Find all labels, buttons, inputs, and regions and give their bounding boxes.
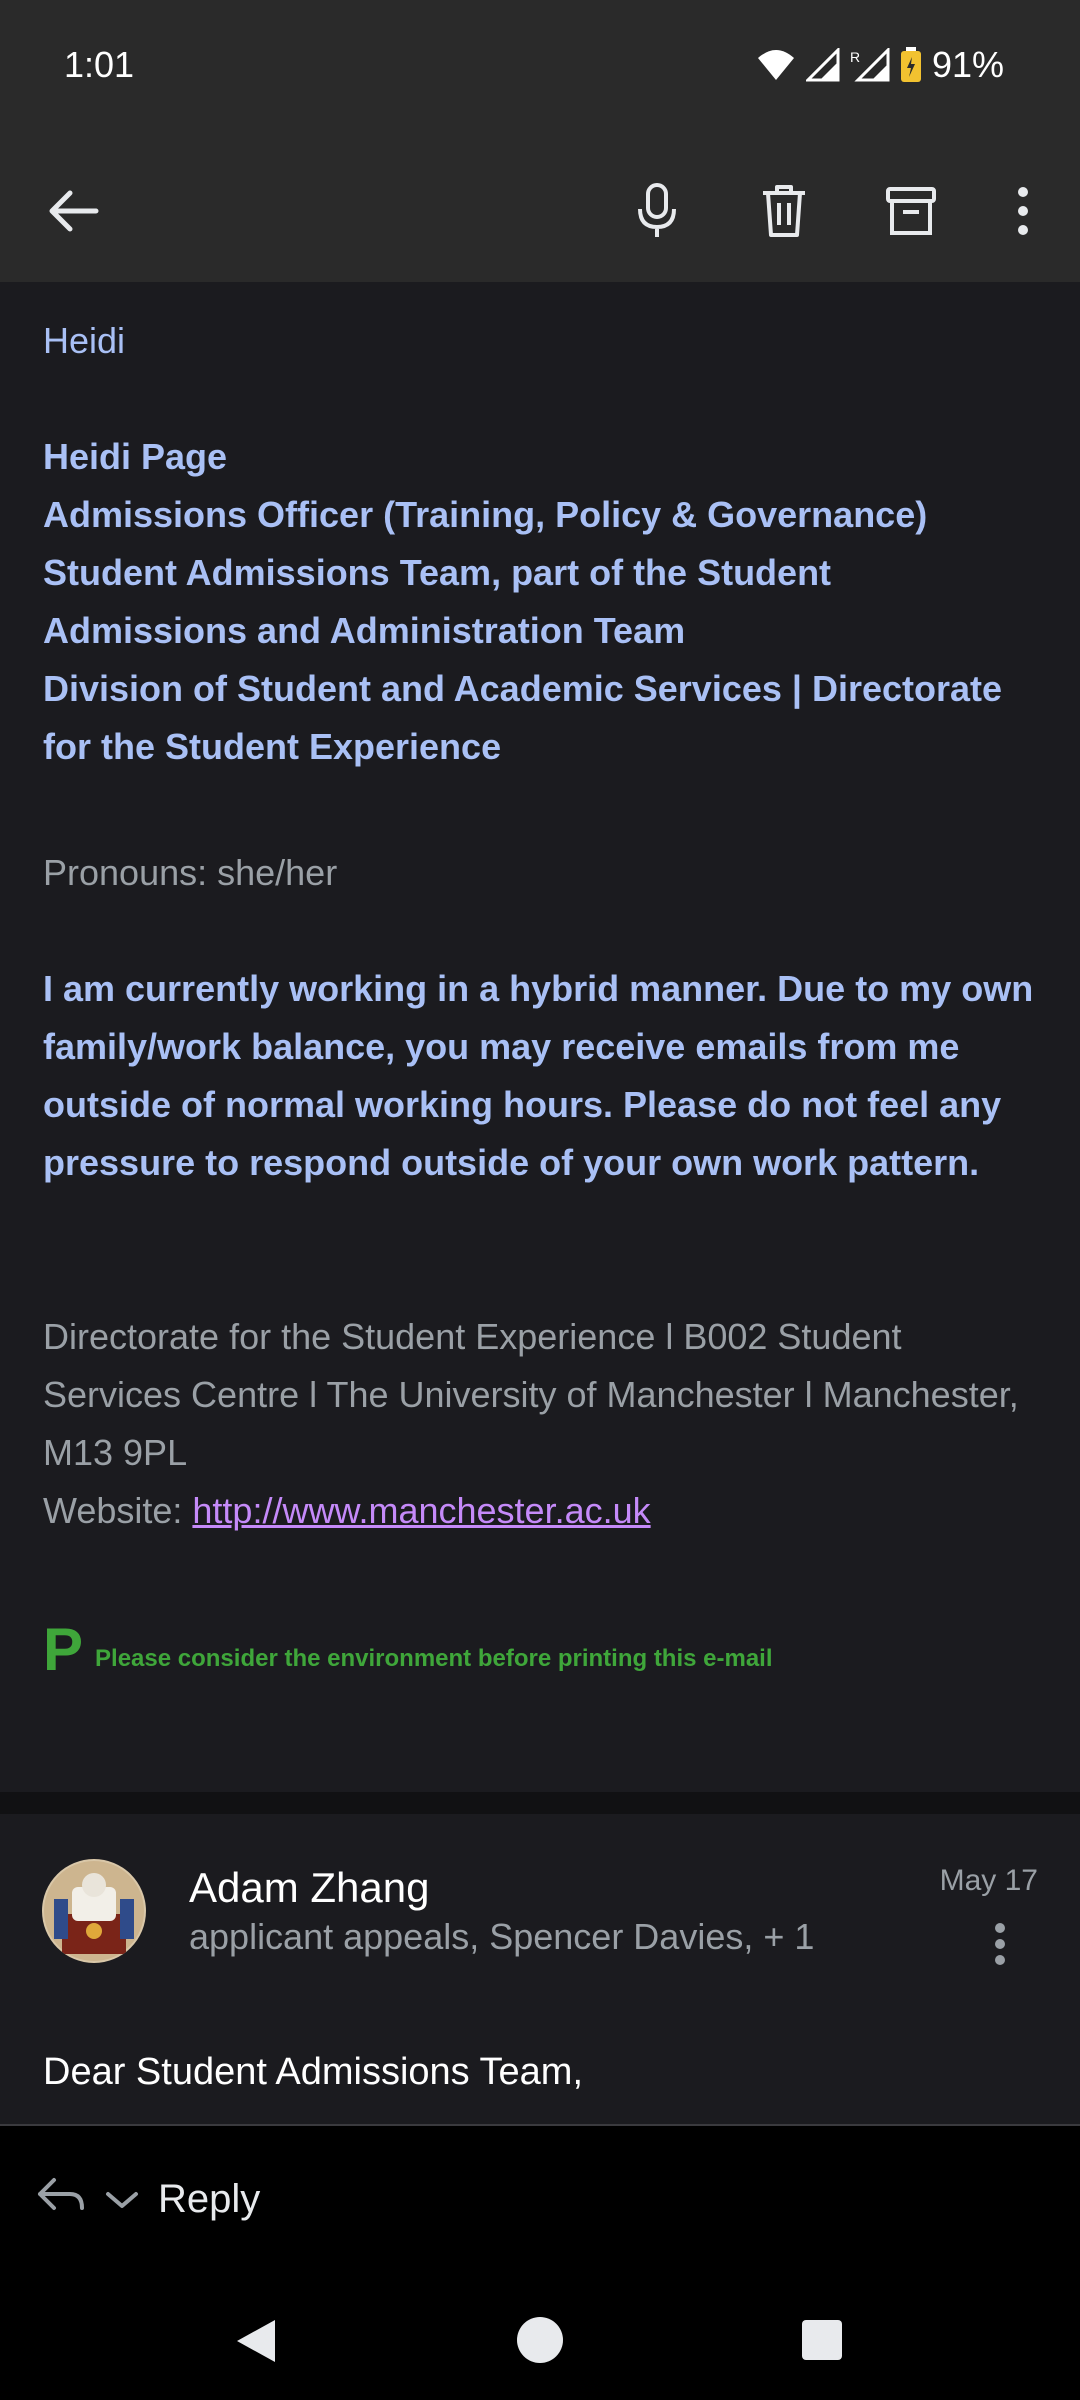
- svg-text:R: R: [850, 49, 860, 65]
- signature-team: Student Admissions Team, part of the Stu…: [43, 552, 832, 651]
- greeting-name: Heidi: [43, 320, 126, 361]
- message-greeting: Dear Student Admissions Team,: [43, 2051, 584, 2093]
- chevron-down-icon[interactable]: [104, 2177, 140, 2222]
- more-vert-icon[interactable]: [990, 178, 1056, 244]
- environment-p-glyph: P: [43, 1616, 84, 1683]
- reply-icon: [36, 2174, 86, 2224]
- hybrid-notice: I am currently working in a hybrid manne…: [43, 968, 1034, 1183]
- website-label: Website:: [43, 1490, 193, 1531]
- cell-signal-icon: [805, 48, 840, 82]
- avatar[interactable]: [42, 1859, 146, 1963]
- environment-message: Please consider the environment before p…: [95, 1645, 773, 1672]
- archive-icon[interactable]: [878, 178, 944, 244]
- website-link[interactable]: http://www.manchester.ac.uk: [192, 1490, 650, 1531]
- signature-division: Division of Student and Academic Service…: [43, 668, 1003, 767]
- microphone-icon[interactable]: [624, 178, 690, 244]
- message-divider: [0, 1792, 1080, 1814]
- next-message[interactable]: Adam Zhang applicant appeals, Spencer Da…: [0, 1814, 1080, 2126]
- reply-bar: Reply: [0, 2126, 1080, 2276]
- message-date: May 17: [939, 1864, 1038, 1897]
- reply-button[interactable]: Reply: [36, 2174, 260, 2224]
- website-line: Website: http://www.manchester.ac.uk: [43, 1482, 1043, 1540]
- nav-home-icon[interactable]: [516, 2316, 564, 2369]
- system-nav-bar: [0, 2276, 1080, 2400]
- battery-percent: 91%: [931, 44, 1004, 85]
- signature-name: Heidi Page: [43, 436, 228, 477]
- recipients[interactable]: applicant appeals, Spencer Davies, + 1: [189, 1916, 814, 1958]
- sender-name: Adam Zhang: [189, 1864, 430, 1911]
- message-more-icon[interactable]: [980, 1914, 1020, 1974]
- email-body: Heidi Heidi Page Admissions Officer (Tra…: [0, 282, 1080, 1792]
- nav-recents-icon[interactable]: [802, 2320, 842, 2365]
- reply-label: Reply: [158, 2176, 261, 2221]
- signature-title: Admissions Officer (Training, Policy & G…: [43, 494, 928, 535]
- nav-back-icon[interactable]: [235, 2318, 277, 2369]
- pronouns: Pronouns: she/her: [43, 852, 338, 893]
- battery-icon: [900, 47, 922, 83]
- status-icons: R 91%: [756, 44, 1004, 86]
- trash-icon[interactable]: [751, 178, 817, 244]
- app-bar: [0, 140, 1080, 282]
- address-text: Directorate for the Student Experience l…: [43, 1316, 1019, 1473]
- wifi-icon: [756, 48, 796, 82]
- signature-block: Heidi Page Admissions Officer (Training,…: [43, 428, 1043, 776]
- status-bar: 1:01 R 91%: [0, 0, 1080, 140]
- address-block: Directorate for the Student Experience l…: [43, 1308, 1043, 1540]
- environment-notice: P Please consider the environment before…: [43, 1620, 1043, 1680]
- status-time: 1:01: [64, 44, 135, 85]
- back-arrow-icon[interactable]: [40, 178, 106, 244]
- roaming-signal-icon: R: [850, 48, 890, 82]
